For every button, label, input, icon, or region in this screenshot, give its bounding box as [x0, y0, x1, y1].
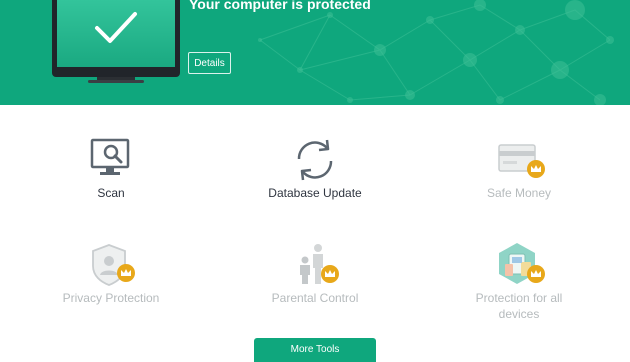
family-icon [291, 242, 339, 288]
scan-monitor-icon [87, 137, 135, 183]
shield-user-icon [87, 242, 135, 288]
checkmark-icon [95, 12, 137, 43]
premium-crown-icon [321, 265, 339, 283]
protection-all-devices-label-line2: devices [498, 307, 540, 321]
premium-crown-icon [527, 160, 545, 178]
status-banner: Your computer is protected Details [0, 0, 630, 105]
database-update-tile[interactable]: Database Update [240, 137, 390, 201]
safe-money-label: Safe Money [486, 186, 552, 200]
refresh-icon [291, 137, 339, 183]
protected-monitor-illustration [52, 0, 180, 77]
monitor-screen [57, 0, 175, 67]
protection-status-title: Your computer is protected [189, 0, 371, 12]
credit-card-icon [495, 137, 545, 183]
privacy-protection-tile[interactable]: Privacy Protection [36, 242, 186, 306]
details-button[interactable]: Details [188, 52, 231, 74]
premium-crown-icon [117, 264, 135, 282]
privacy-protection-label: Privacy Protection [62, 291, 160, 305]
scan-label: Scan [97, 186, 125, 200]
protection-all-devices-tile[interactable]: Protection for all devices [444, 242, 594, 322]
monitor-base [88, 80, 144, 83]
protection-all-devices-label: Protection for all devices [444, 290, 594, 322]
more-tools-button[interactable]: More Tools [254, 338, 376, 362]
premium-crown-icon [527, 265, 545, 283]
scan-tile[interactable]: Scan [36, 137, 186, 201]
safe-money-tile[interactable]: Safe Money [444, 137, 594, 201]
database-update-label: Database Update [268, 186, 362, 200]
protection-all-devices-label-line1: Protection for all [475, 291, 563, 305]
parental-control-label: Parental Control [271, 291, 359, 305]
devices-icon [495, 242, 545, 288]
parental-control-tile[interactable]: Parental Control [240, 242, 390, 306]
